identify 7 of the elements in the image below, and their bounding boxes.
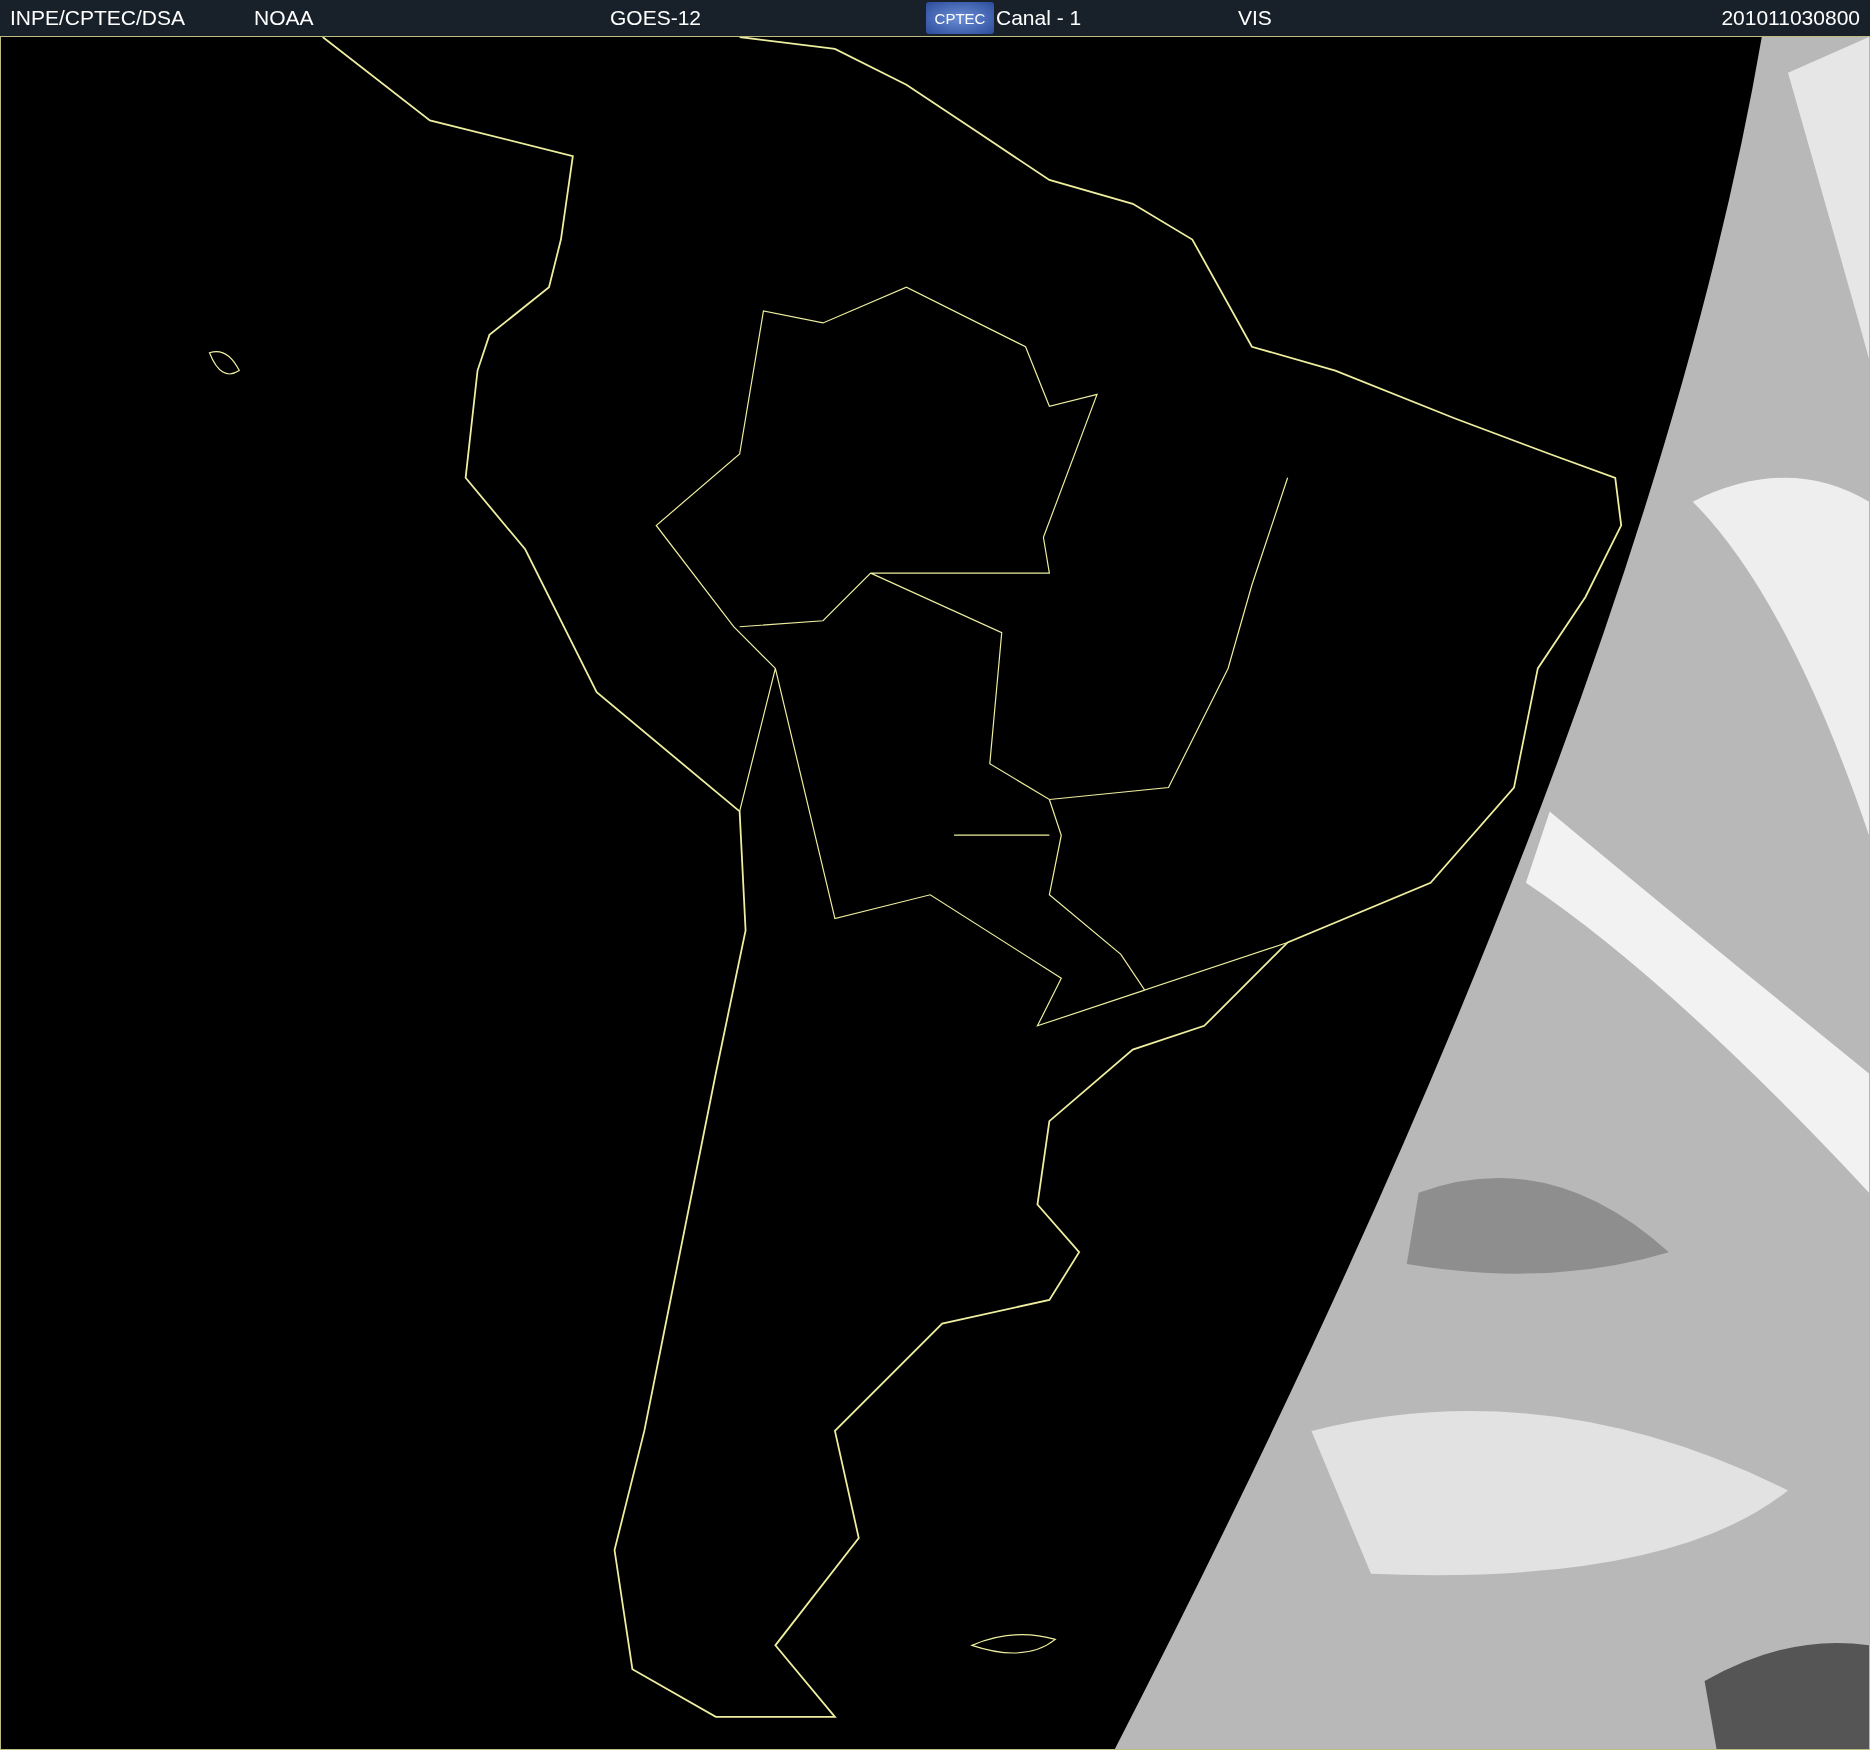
band-label: VIS [1238,6,1272,30]
agency-label: NOAA [254,6,314,30]
logo: CPTEC [926,2,994,34]
source-label: INPE/CPTEC/DSA [10,6,186,30]
channel-label: Canal - 1 [996,6,1082,30]
timestamp: 201011030800 [1721,6,1860,30]
satellite-label: GOES-12 [610,6,702,30]
